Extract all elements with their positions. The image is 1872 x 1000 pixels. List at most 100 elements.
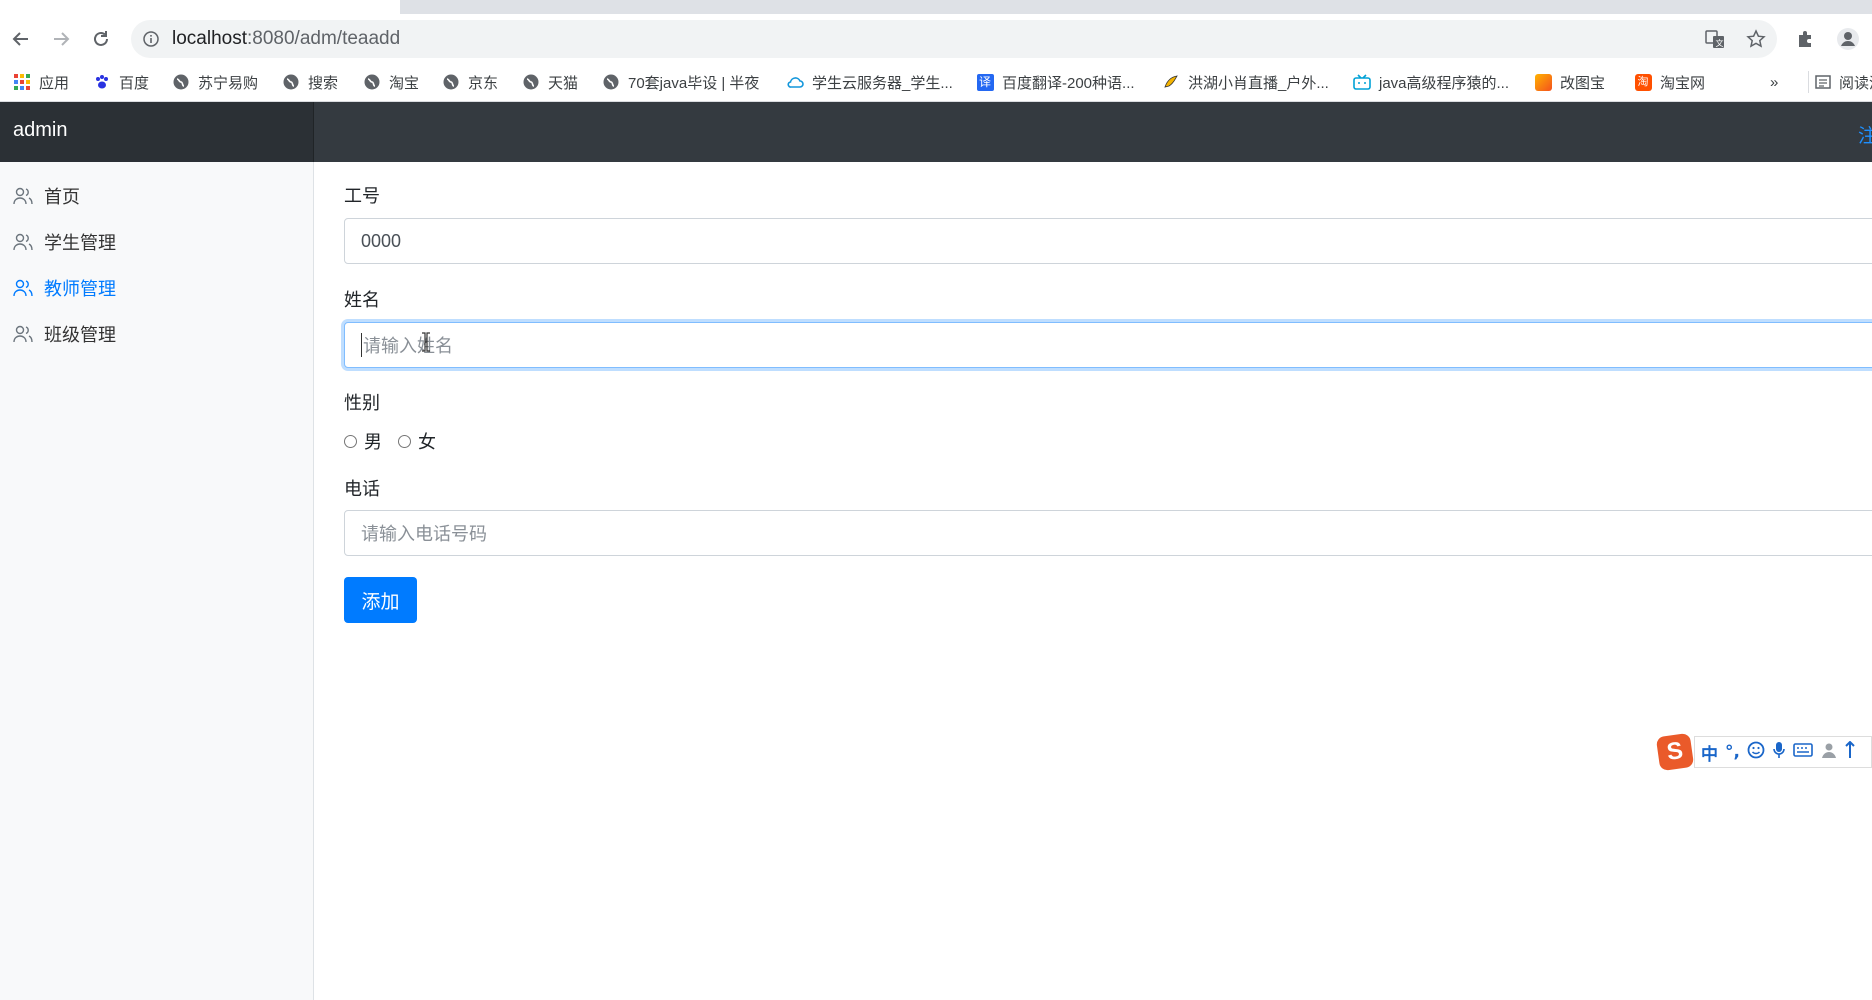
sidebar-item-students[interactable]: 学生管理 [13,229,116,255]
bookmark-item[interactable]: 70套java毕设 | 半夜 [602,71,759,93]
sidebar-item-home[interactable]: 首页 [13,183,80,209]
id-input[interactable]: 0000 [344,218,1872,264]
baidu-paw-icon [93,73,111,91]
phone-input[interactable]: 请输入电话号码 [344,510,1872,556]
cloud-icon [786,73,804,91]
bookmark-label: 天猫 [548,74,579,92]
name-label: 姓名 [344,290,380,310]
bookmark-item[interactable]: 京东 [442,71,498,93]
bookmarks-bar: 应用 百度 苏宁易购 搜索 淘宝 京东 天猫 70套java毕设 | 半夜 学生… [0,63,1872,102]
header-logout-link[interactable]: 注 [1858,121,1872,148]
keyboard-icon[interactable] [1793,742,1813,762]
gender-option-female[interactable]: 女 [398,428,436,454]
bookmark-label: 淘宝 [389,74,420,92]
apps-grid-icon [13,73,31,91]
bookmark-item[interactable]: 淘 淘宝网 [1634,71,1705,93]
microphone-icon[interactable] [1772,741,1786,764]
bookmark-item[interactable]: java高级程序猿的... [1353,71,1509,93]
back-arrow-icon [12,32,28,46]
reload-icon [94,31,108,46]
sidebar-item-label: 学生管理 [44,233,116,253]
users-icon [13,278,33,298]
bookmark-item[interactable]: 百度 [93,71,149,93]
users-icon [13,324,33,344]
bookmark-star-icon[interactable] [1745,28,1767,50]
bookmark-item[interactable]: 改图宝 [1534,71,1605,93]
overflow-chevron-icon: » [1770,73,1779,91]
bookmark-label: 百度 [119,74,150,92]
radio-male[interactable] [344,434,357,448]
browser-tab-active[interactable] [0,0,400,14]
back-button[interactable] [7,25,35,53]
bookmark-item[interactable]: 搜索 [282,71,338,93]
bookmark-item[interactable]: 学生云服务器_学生... [786,71,953,93]
gaitubao-icon [1534,73,1552,91]
browser-tab-strip [0,0,1872,14]
bookmark-label: 淘宝网 [1660,74,1706,92]
ime-mode-toggle[interactable]: 中 [1701,740,1718,765]
gender-radio-group: 男 女 [344,428,452,454]
url-path: :8080/adm/teaadd [247,28,401,49]
globe-icon [282,73,300,91]
taobao-icon: 淘 [1634,73,1652,91]
ime-punctuation-toggle[interactable]: °, [1725,742,1740,762]
svg-text:文: 文 [1716,38,1724,48]
bookmark-item[interactable]: 应用 [13,71,69,93]
bookmark-item[interactable]: 译 百度翻译-200种语... [976,71,1135,93]
extensions-puzzle-icon[interactable] [1791,25,1819,53]
bookmarks-overflow-button[interactable]: » [1770,71,1778,93]
globe-icon [172,73,190,91]
bookmark-label: 苏宁易购 [198,74,259,92]
phone-placeholder: 请输入电话号码 [361,524,487,544]
reload-button[interactable] [87,25,115,53]
bookmark-label: 改图宝 [1560,74,1606,92]
ime-toolbox-icon[interactable] [1845,740,1855,764]
sidebar-item-teachers[interactable]: 教师管理 [13,275,116,301]
add-button[interactable]: 添加 [344,577,417,623]
name-placeholder: 请输入姓名 [363,336,453,356]
ime-bar: 中 °, [1694,736,1872,768]
phone-label: 电话 [344,479,380,499]
teacher-add-form: 工号 0000 姓名 请输入姓名 性别 男 女 电话 请输入电话号码 添加 [314,162,1872,1000]
bookmark-item[interactable]: 淘宝 [363,71,419,93]
radio-female[interactable] [398,434,411,448]
sidebar-item-classes[interactable]: 班级管理 [13,321,116,347]
bookmark-label: 洪湖小肖直播_户外... [1188,74,1329,92]
emoji-icon[interactable] [1747,741,1765,764]
address-bar[interactable]: localhost:8080/adm/teaadd 文 [131,20,1777,58]
bookmark-item[interactable]: 洪湖小肖直播_户外... [1162,71,1329,93]
id-label: 工号 [344,186,380,206]
bookmark-item[interactable]: 苏宁易购 [172,71,258,93]
brand-text: admin [13,119,68,141]
reading-list-label: 阅读清 [1839,74,1872,92]
forward-button[interactable] [47,25,75,53]
users-icon [13,232,33,252]
skin-user-icon[interactable] [1820,741,1838,764]
browser-toolbar: localhost:8080/adm/teaadd 文 [0,14,1872,63]
bookmark-label: 学生云服务器_学生... [812,74,953,92]
gender-option-male[interactable]: 男 [344,428,382,454]
profile-avatar-icon[interactable] [1834,25,1862,53]
bookmark-label: 百度翻译-200种语... [1002,74,1135,92]
gender-label: 性别 [344,393,380,413]
reading-list-button[interactable]: 阅读清 [1808,71,1872,93]
site-info-icon[interactable] [143,31,159,51]
users-icon [13,186,33,206]
ibeam-cursor-icon [421,332,431,356]
bookmark-item[interactable]: 天猫 [522,71,578,93]
sidebar: 首页 学生管理 教师管理 班级管理 [0,162,314,1000]
sogou-logo-icon[interactable]: S [1655,732,1695,772]
sidebar-item-label: 首页 [44,187,80,207]
app-brand[interactable]: admin [0,102,314,162]
globe-icon [363,73,381,91]
sidebar-item-label: 教师管理 [44,279,116,299]
bookmark-label: 搜索 [308,74,339,92]
reading-list-icon [1815,73,1831,91]
app-header: admin 注 [0,102,1872,162]
ime-toolbar: S 中 °, [1655,732,1872,772]
name-input[interactable]: 请输入姓名 [344,322,1872,368]
sidebar-item-label: 班级管理 [44,325,116,345]
gender-female-label: 女 [418,432,436,452]
bookmark-label: 京东 [468,74,499,92]
translate-page-icon[interactable]: 文 [1704,28,1726,50]
